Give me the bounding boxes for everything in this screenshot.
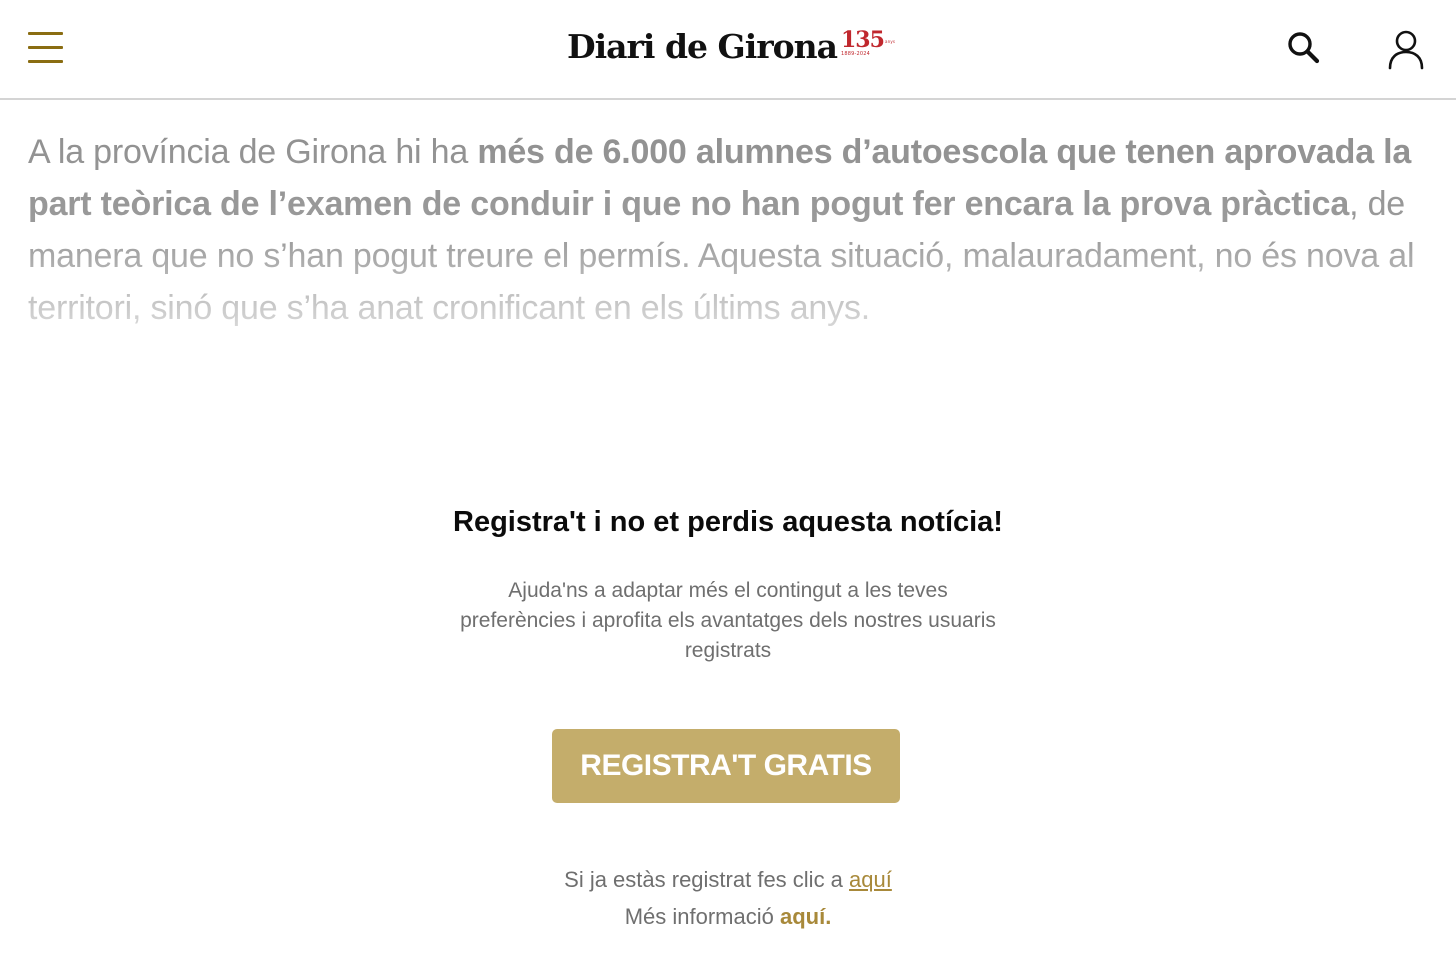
register-free-button[interactable]: REGISTRA'T GRATIS <box>552 729 900 803</box>
site-header: Diari de Girona 135 anys 1889-2024 <box>0 0 1456 100</box>
user-account-button[interactable] <box>1385 28 1427 70</box>
anniversary-label: anys <box>884 39 896 44</box>
search-icon <box>1288 32 1320 64</box>
logo-text: Diari de Girona <box>567 27 838 66</box>
login-prompt-text: Si ja estàs registrat fes clic a <box>564 867 850 892</box>
anniversary-badge: 135 anys 1889-2024 <box>841 27 896 57</box>
login-prompt: Si ja estàs registrat fes clic a aquí <box>0 864 1456 896</box>
more-info-link[interactable]: aquí. <box>780 904 831 929</box>
anniversary-number: 135 <box>841 27 885 53</box>
registration-description: Ajuda'ns a adaptar més el contingut a le… <box>460 579 996 662</box>
login-link[interactable]: aquí <box>849 867 892 892</box>
more-info-text: Més informació <box>624 904 780 929</box>
user-account-icon <box>1388 30 1424 70</box>
article-text-intro: A la província de Girona hi ha <box>28 133 478 171</box>
more-info: Més informació aquí. <box>0 901 1456 933</box>
registration-title: Registra't i no et perdis aquesta notíci… <box>453 506 1003 538</box>
search-button[interactable] <box>1284 28 1324 68</box>
site-logo[interactable]: Diari de Girona 135 anys 1889-2024 <box>567 26 895 72</box>
hamburger-menu-icon[interactable] <box>28 30 64 66</box>
article-teaser: A la província de Girona hi ha més de 6.… <box>28 126 1428 334</box>
